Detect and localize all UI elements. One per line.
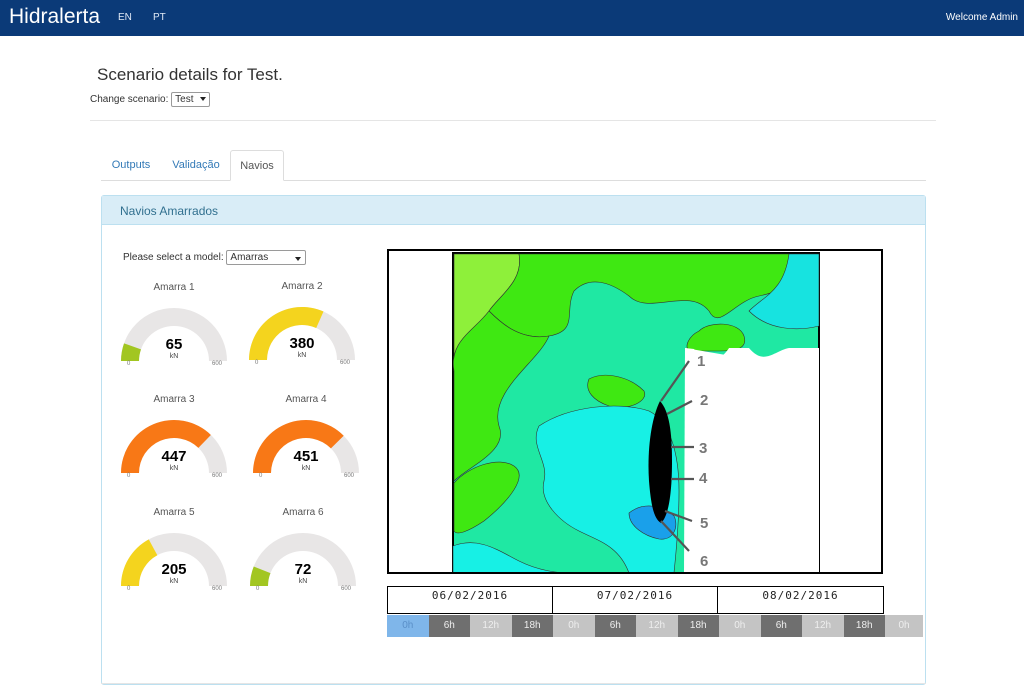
gauge-value: 447 (161, 448, 187, 465)
tab-outputs[interactable]: Outputs (101, 150, 161, 181)
language-en-link[interactable]: EN (118, 12, 132, 23)
mooring-label: 4 (699, 470, 708, 487)
mooring-label: 2 (700, 392, 708, 409)
mooring-label: 3 (699, 440, 707, 457)
gauge-value: 72 (294, 561, 312, 578)
gauge-max: 600 (212, 473, 223, 479)
gauge-unit: kN (298, 578, 308, 585)
gauge-unit: kN (169, 465, 179, 472)
panel-bottom-border (101, 683, 926, 684)
tab-validacao[interactable]: Validação (163, 150, 229, 181)
gauge-min: 0 (256, 586, 260, 592)
hour-step[interactable]: 12h (802, 615, 844, 637)
gauge-amarra-5: Amarra 5 205 kN 0 600 (119, 507, 249, 612)
wave-contour-map: 1 2 3 4 5 6 (452, 252, 820, 574)
gauge-max: 600 (340, 360, 351, 366)
gauge-title: Amarra 2 (281, 281, 323, 292)
hour-step[interactable]: 12h (470, 615, 512, 637)
model-select-value: Amarras (230, 252, 269, 263)
gauge-amarra-4: Amarra 4 451 kN 0 600 (251, 394, 381, 499)
page-title: Scenario details for Test. (97, 65, 283, 84)
hour-step[interactable]: 6h (428, 615, 470, 637)
hour-step[interactable]: 18h (843, 615, 885, 637)
gauge-value: 380 (289, 335, 315, 352)
gauge-title: Amarra 4 (285, 394, 327, 405)
divider (90, 120, 936, 121)
gauge-unit: kN (169, 578, 179, 585)
gauge-title: Amarra 1 (153, 282, 195, 293)
panel-title: Navios Amarrados (102, 196, 925, 225)
model-select-label: Please select a model: (123, 252, 224, 264)
hour-step[interactable]: 18h (511, 615, 553, 637)
language-pt-link[interactable]: PT (153, 12, 166, 23)
hour-step[interactable]: 0h (719, 615, 761, 637)
hour-step[interactable]: 6h (594, 615, 636, 637)
model-select[interactable]: Amarras (226, 250, 307, 265)
model-select-row: Please select a model: Amarras (123, 250, 307, 265)
top-navbar: Hidralerta EN PT Welcome Admin (0, 0, 1024, 36)
gauge-amarra-1: Amarra 1 65 kN 0 600 (119, 282, 249, 387)
gauge-amarra-3: Amarra 3 447 kN 0 600 (119, 394, 249, 499)
gauge-value: 65 (165, 336, 183, 353)
gauge-unit: kN (169, 353, 179, 360)
gauge-amarra-6: Amarra 6 72 kN 0 600 (248, 507, 378, 612)
gauge-max: 600 (341, 586, 352, 592)
gauge-title: Amarra 3 (153, 394, 195, 405)
date-label: 06/02/2016 (387, 586, 553, 614)
scenario-select-value: Test (175, 94, 194, 105)
gauge-value: 451 (293, 448, 319, 465)
chevron-down-icon (199, 97, 206, 102)
app-brand[interactable]: Hidralerta (9, 5, 100, 29)
gauge-title: Amarra 6 (282, 507, 324, 518)
mooring-label: 6 (700, 553, 708, 570)
welcome-user[interactable]: Welcome Admin (946, 12, 1018, 23)
gauge-min: 0 (127, 361, 131, 367)
chevron-down-icon (295, 257, 302, 261)
mooring-label: 5 (700, 515, 708, 532)
gauge-min: 0 (127, 586, 131, 592)
hour-step[interactable]: 0h (387, 615, 429, 637)
hour-step[interactable]: 6h (760, 615, 802, 637)
gauge-min: 0 (259, 473, 263, 479)
gauge-value: 205 (161, 561, 187, 578)
quay-area (684, 348, 819, 573)
hour-step[interactable]: 12h (636, 615, 678, 637)
tab-navios[interactable]: Navios (230, 150, 284, 181)
hour-step[interactable]: 18h (677, 615, 719, 637)
gauge-max: 600 (344, 473, 355, 479)
gauge-amarra-2: Amarra 2 380 kN 0 600 (247, 281, 377, 386)
gauge-title: Amarra 5 (153, 507, 195, 518)
hour-step[interactable]: 0h (885, 615, 923, 637)
gauge-min: 0 (127, 473, 131, 479)
change-scenario-label: Change scenario: (90, 94, 169, 106)
date-label: 08/02/2016 (717, 586, 884, 614)
gauge-max: 600 (212, 361, 223, 367)
gauge-max: 600 (212, 586, 223, 592)
scenario-select[interactable]: Test (171, 92, 210, 107)
date-label: 07/02/2016 (552, 586, 718, 614)
hour-step[interactable]: 0h (553, 615, 595, 637)
gauge-min: 0 (255, 360, 259, 366)
mooring-label: 1 (697, 353, 705, 370)
gauge-unit: kN (301, 465, 311, 472)
harbor-wave-map[interactable]: 1 2 3 4 5 6 (387, 249, 883, 574)
change-scenario-row: Change scenario: Test (90, 92, 210, 107)
tab-bar: Outputs Validação Navios (101, 150, 926, 181)
gauge-unit: kN (297, 352, 307, 359)
